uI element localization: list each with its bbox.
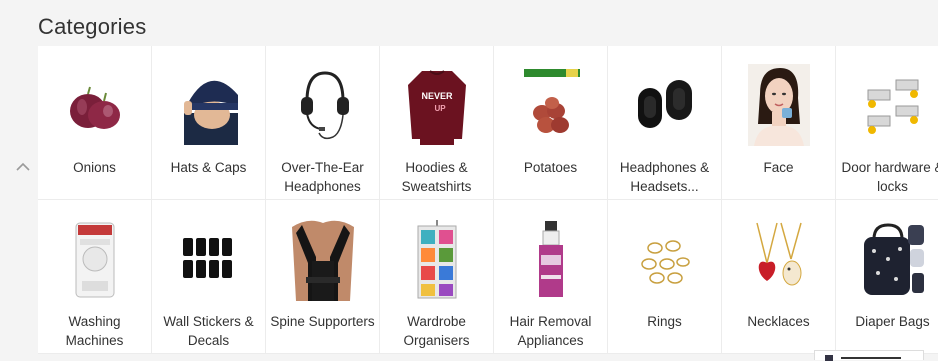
category-label: Face bbox=[763, 160, 794, 175]
door-hardware-icon bbox=[853, 64, 933, 146]
category-label: Headphones & Headsets... bbox=[619, 160, 710, 194]
category-label: Diaper Bags bbox=[855, 314, 930, 329]
category-tile-wardrobe-organisers[interactable]: Wardrobe Organisers bbox=[380, 200, 494, 354]
wall-stickers-icon bbox=[169, 218, 249, 300]
face-icon bbox=[739, 64, 819, 146]
category-label: Wall Stickers & Decals bbox=[163, 314, 254, 348]
category-label: Rings bbox=[647, 314, 682, 329]
category-tile-headphones-headsets[interactable]: Headphones & Headsets... bbox=[608, 46, 722, 200]
svg-text:NEVER: NEVER bbox=[421, 91, 453, 101]
category-label: Wardrobe Organisers bbox=[403, 314, 470, 348]
category-tile-onions[interactable]: Onions bbox=[38, 46, 152, 200]
category-label: Necklaces bbox=[747, 314, 810, 329]
ear-pads-icon bbox=[625, 64, 705, 146]
widget-label-line bbox=[841, 357, 901, 359]
widget-icon bbox=[825, 355, 833, 361]
category-grid: Onions Hats & Caps Over-The-Ear Headphon… bbox=[38, 46, 938, 354]
potato-icon bbox=[511, 64, 591, 146]
category-tile-spine-supporters[interactable]: Spine Supporters bbox=[266, 200, 380, 354]
category-tile-hats-caps[interactable]: Hats & Caps bbox=[152, 46, 266, 200]
category-label: Hoodies & Sweatshirts bbox=[401, 160, 472, 194]
floating-widget-tab[interactable] bbox=[814, 350, 924, 361]
category-tile-rings[interactable]: Rings bbox=[608, 200, 722, 354]
hat-icon bbox=[169, 64, 249, 146]
section-title: Categories bbox=[38, 14, 147, 39]
headset-icon bbox=[283, 64, 363, 146]
category-tile-necklaces[interactable]: Necklaces bbox=[722, 200, 836, 354]
category-tile-potatoes[interactable]: Potatoes bbox=[494, 46, 608, 200]
category-label: Onions bbox=[73, 160, 116, 175]
category-tile-door-hardware-locks[interactable]: Door hardware & locks bbox=[836, 46, 938, 200]
category-tile-hoodies-sweatshirts[interactable]: NEVER UP Hoodies & Sweatshirts bbox=[380, 46, 494, 200]
category-tile-wall-stickers-decals[interactable]: Wall Stickers & Decals bbox=[152, 200, 266, 354]
category-tile-face[interactable]: Face bbox=[722, 46, 836, 200]
washing-machine-icon bbox=[55, 218, 135, 300]
category-label: Hats & Caps bbox=[170, 160, 247, 175]
category-label: Hair Removal Appliances bbox=[509, 314, 592, 348]
wardrobe-organiser-icon bbox=[397, 218, 477, 300]
category-label: Washing Machines bbox=[65, 314, 124, 348]
category-label: Spine Supporters bbox=[270, 314, 375, 329]
rings-icon bbox=[625, 218, 705, 300]
category-tile-over-the-ear-headphones[interactable]: Over-The-Ear Headphones bbox=[266, 46, 380, 200]
sweatshirt-icon: NEVER UP bbox=[397, 64, 477, 146]
category-label: Potatoes bbox=[523, 160, 578, 175]
onion-icon bbox=[55, 64, 135, 146]
left-rail bbox=[0, 0, 38, 360]
hair-removal-cream-icon bbox=[511, 218, 591, 300]
category-tile-washing-machines[interactable]: Washing Machines bbox=[38, 200, 152, 354]
posture-brace-icon bbox=[283, 218, 363, 301]
category-label: Over-The-Ear Headphones bbox=[281, 160, 364, 194]
necklaces-icon bbox=[739, 218, 819, 300]
svg-text:UP: UP bbox=[434, 104, 446, 113]
category-label: Door hardware & locks bbox=[841, 160, 938, 194]
diaper-bag-icon bbox=[853, 218, 933, 300]
chevron-up-icon[interactable] bbox=[14, 158, 32, 176]
category-tile-hair-removal-appliances[interactable]: Hair Removal Appliances bbox=[494, 200, 608, 354]
category-tile-diaper-bags[interactable]: Diaper Bags bbox=[836, 200, 938, 354]
categories-widget: Categories Onions Hats & Caps Over-The-E… bbox=[0, 0, 938, 361]
